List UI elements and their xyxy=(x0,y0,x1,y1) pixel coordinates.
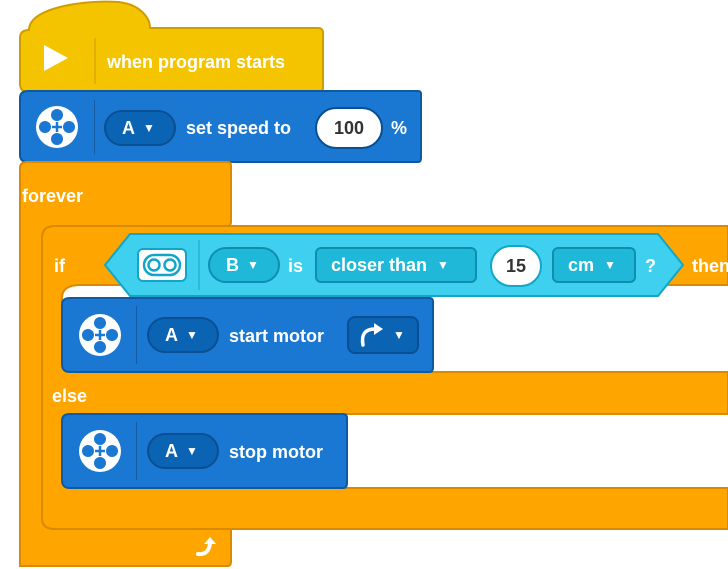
question-label: ? xyxy=(645,256,656,276)
sensor-port-dropdown[interactable]: B ▼ xyxy=(208,247,280,283)
speed-port-label: A xyxy=(122,117,135,138)
clockwise-arrow-icon xyxy=(360,323,383,347)
motor-icon xyxy=(79,430,121,472)
play-icon xyxy=(44,45,68,71)
chevron-down-icon: ▼ xyxy=(437,258,449,272)
chevron-down-icon: ▼ xyxy=(186,328,198,342)
unit-label: cm xyxy=(568,254,595,275)
forever-label: forever xyxy=(22,186,84,206)
motor-icon xyxy=(79,314,121,356)
set-speed-label: set speed to xyxy=(186,118,292,138)
chevron-down-icon: ▼ xyxy=(186,444,198,458)
else-label: else xyxy=(52,386,88,406)
comparison-label: closer than xyxy=(331,254,428,275)
chevron-down-icon: ▼ xyxy=(393,328,405,342)
is-label: is xyxy=(288,256,304,276)
if-label: if xyxy=(54,256,65,276)
stop-motor-port-dropdown[interactable]: A ▼ xyxy=(147,433,219,469)
chevron-down-icon: ▼ xyxy=(604,258,616,272)
comparison-dropdown[interactable]: closer than ▼ xyxy=(315,247,477,283)
loop-arrow-icon xyxy=(196,537,216,557)
distance-sensor-icon xyxy=(137,248,187,282)
distance-value-input[interactable]: 15 xyxy=(490,245,542,287)
start-motor-label: start motor xyxy=(229,326,325,346)
sensor-port-label: B xyxy=(226,254,239,275)
speed-separator xyxy=(94,100,95,154)
then-label: then xyxy=(692,256,728,276)
speed-value-input[interactable]: 100 xyxy=(315,107,383,149)
unit-dropdown[interactable]: cm ▼ xyxy=(552,247,636,283)
direction-dropdown[interactable]: ▼ xyxy=(347,316,419,354)
speed-unit-label: % xyxy=(391,118,408,138)
start-motor-port-dropdown[interactable]: A ▼ xyxy=(147,317,219,353)
hat-label: when program starts xyxy=(107,52,286,72)
code-canvas xyxy=(19,0,728,567)
start-motor-separator xyxy=(136,306,137,364)
stop-motor-separator xyxy=(136,422,137,480)
chevron-down-icon: ▼ xyxy=(247,258,259,272)
chevron-down-icon: ▼ xyxy=(143,121,155,135)
motor-icon xyxy=(36,106,78,148)
stop-motor-port-label: A xyxy=(165,440,178,461)
stop-motor-label: stop motor xyxy=(229,442,323,462)
speed-port-dropdown[interactable]: A ▼ xyxy=(104,110,176,146)
start-motor-port-label: A xyxy=(165,324,178,345)
